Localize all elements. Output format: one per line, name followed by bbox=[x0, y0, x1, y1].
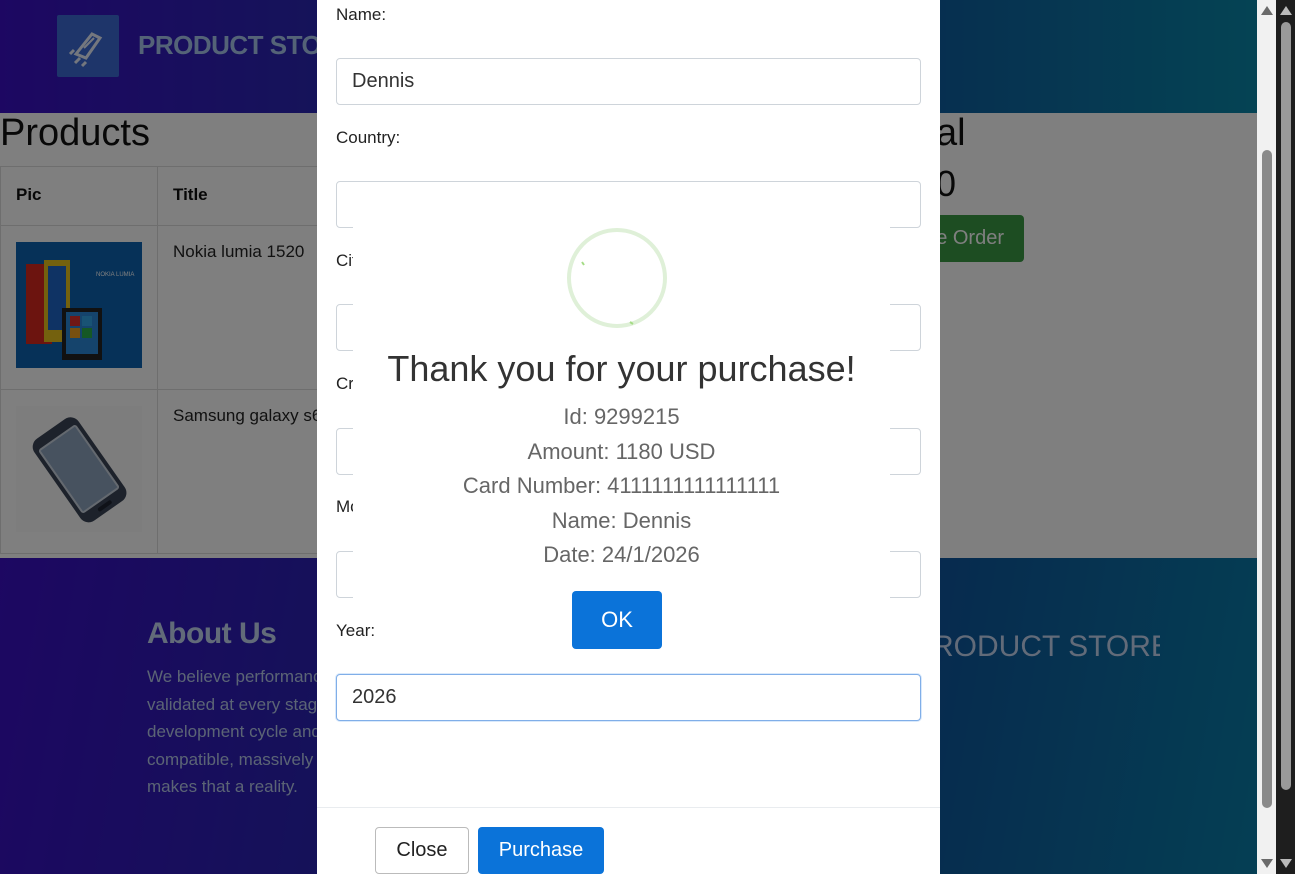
scrollbar[interactable] bbox=[1257, 0, 1295, 874]
ok-button[interactable]: OK bbox=[572, 591, 662, 649]
purchase-success-alert: Thank you for your purchase! Id: 9299215… bbox=[353, 202, 890, 598]
country-label: Country: bbox=[336, 128, 401, 147]
name-input[interactable]: Dennis bbox=[336, 58, 921, 105]
name-label: Name: bbox=[336, 5, 387, 24]
order-amount: Amount: 1180 USD bbox=[527, 438, 716, 464]
year-label: Year: bbox=[336, 621, 376, 640]
order-id: Id: 9299215 bbox=[563, 404, 680, 429]
scroll-down-arrow-icon[interactable] bbox=[1261, 859, 1273, 868]
outer-scrollbar-thumb[interactable] bbox=[1281, 22, 1291, 790]
year-input[interactable]: 2026 bbox=[336, 674, 921, 721]
alert-details: Id: 9299215 Amount: 1180 USD Card Number… bbox=[353, 400, 890, 573]
outer-scroll-up-arrow-icon[interactable] bbox=[1280, 6, 1292, 15]
purchase-button[interactable]: Purchase bbox=[478, 827, 604, 874]
order-card-number: Card Number: 4111111111111111 bbox=[462, 473, 781, 498]
success-check-icon bbox=[567, 228, 667, 328]
order-date: Date: 24/1/2026 bbox=[543, 542, 700, 567]
outer-scroll-down-arrow-icon[interactable] bbox=[1280, 859, 1292, 868]
order-name: Name: Dennis bbox=[551, 507, 692, 533]
close-button[interactable]: Close bbox=[375, 827, 469, 874]
scroll-up-arrow-icon[interactable] bbox=[1261, 6, 1273, 15]
alert-title: Thank you for your purchase! bbox=[387, 348, 856, 389]
scrollbar-thumb[interactable] bbox=[1262, 150, 1272, 808]
